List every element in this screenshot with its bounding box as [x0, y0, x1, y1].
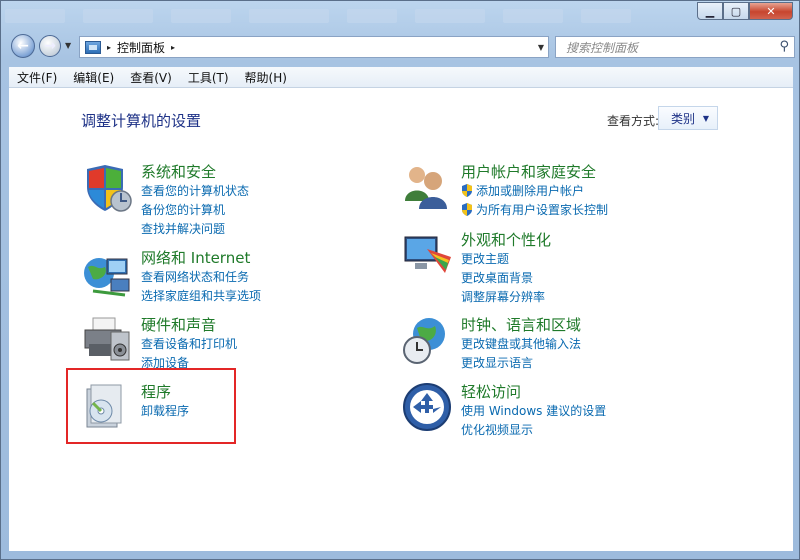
address-bar[interactable]: ▸ 控制面板 ▸ ▼	[79, 36, 549, 58]
chevron-down-icon: ▼	[702, 113, 709, 123]
link-find-fix-problems[interactable]: 查找并解决问题	[141, 220, 249, 239]
category-title[interactable]: 外观和个性化	[461, 229, 551, 250]
search-icon[interactable]: ⚲	[779, 39, 789, 54]
link-recommended-settings[interactable]: 使用 Windows 建议的设置	[461, 402, 606, 421]
view-by-label: 查看方式:	[607, 114, 660, 128]
category-title[interactable]: 轻松访问	[461, 381, 521, 402]
link-parental-controls[interactable]: 为所有用户设置家长控制	[461, 201, 608, 220]
uac-shield-icon	[462, 203, 472, 216]
breadcrumb-separator-icon[interactable]: ▸	[107, 43, 111, 52]
category-title[interactable]: 网络和 Internet	[141, 247, 250, 268]
address-dropdown-icon[interactable]: ▼	[538, 43, 544, 52]
maximize-icon: ▢	[730, 4, 742, 18]
network-globe-icon	[84, 258, 130, 297]
close-icon: ✕	[766, 4, 776, 18]
uac-shield-icon	[462, 184, 472, 197]
navigation-bar: ← → ▼ ▸ 控制面板 ▸ ▼ ⟲ 搜索控制面板 ⚲	[9, 34, 795, 60]
minimize-button[interactable]: ▁	[697, 2, 723, 20]
blurred-taskbar-tabs	[5, 5, 685, 27]
control-panel-content: 调整计算机的设置 查看方式: 类别 ▼ 系统和安全 查看您的计算机状态 备份您的…	[9, 88, 793, 551]
back-button[interactable]: ←	[11, 34, 35, 58]
recent-pages-dropdown[interactable]: ▼	[65, 41, 71, 50]
close-button[interactable]: ✕	[749, 2, 793, 20]
link-change-theme[interactable]: 更改主题	[461, 250, 545, 269]
ease-of-access-icon	[403, 383, 451, 431]
view-by-value: 类别	[671, 111, 696, 126]
forward-button[interactable]: →	[39, 35, 61, 57]
control-panel-icon	[85, 40, 101, 54]
breadcrumb-control-panel[interactable]: 控制面板	[117, 39, 165, 56]
category-title[interactable]: 系统和安全	[141, 161, 216, 182]
view-by-dropdown[interactable]: 类别 ▼	[658, 106, 718, 130]
explorer-window: ▁ ▢ ✕ ← → ▼ ▸ 控制面板 ▸ ▼ ⟲ 搜索控制面板 ⚲ 文件(F) …	[0, 0, 800, 560]
link-optimize-display[interactable]: 优化视频显示	[461, 421, 606, 440]
maximize-button[interactable]: ▢	[723, 2, 749, 20]
menu-help[interactable]: 帮助(H)	[237, 69, 295, 86]
window-controls: ▁ ▢ ✕	[697, 2, 793, 20]
link-change-display-language[interactable]: 更改显示语言	[461, 354, 581, 373]
minimize-icon: ▁	[705, 4, 715, 18]
link-network-status[interactable]: 查看网络状态和任务	[141, 268, 261, 287]
link-label: 添加或删除用户帐户	[476, 184, 585, 198]
category-title[interactable]: 硬件和声音	[141, 314, 216, 335]
printer-icon	[84, 317, 130, 361]
link-devices-printers[interactable]: 查看设备和打印机	[141, 335, 237, 354]
highlight-box	[66, 368, 236, 444]
search-input[interactable]: 搜索控制面板 ⚲	[555, 36, 795, 58]
back-arrow-icon: ←	[17, 38, 29, 54]
page-title: 调整计算机的设置	[81, 112, 202, 130]
menu-tools[interactable]: 工具(T)	[180, 69, 237, 86]
shield-icon	[87, 165, 132, 212]
forward-arrow-icon: →	[44, 38, 56, 54]
link-homegroup-sharing[interactable]: 选择家庭组和共享选项	[141, 287, 261, 306]
link-screen-resolution[interactable]: 调整屏幕分辨率	[461, 288, 545, 307]
search-placeholder: 搜索控制面板	[566, 40, 639, 55]
link-backup-computer[interactable]: 备份您的计算机	[141, 201, 249, 220]
link-view-computer-status[interactable]: 查看您的计算机状态	[141, 182, 249, 201]
menu-file[interactable]: 文件(F)	[9, 69, 65, 86]
menu-edit[interactable]: 编辑(E)	[65, 69, 122, 86]
menu-bar: 文件(F) 编辑(E) 查看(V) 工具(T) 帮助(H)	[9, 67, 793, 88]
users-icon	[405, 167, 447, 209]
link-change-background[interactable]: 更改桌面背景	[461, 269, 545, 288]
breadcrumb-separator-icon[interactable]: ▸	[171, 43, 175, 52]
category-title[interactable]: 用户帐户和家庭安全	[461, 161, 596, 182]
monitor-palette-icon	[404, 236, 451, 273]
category-title[interactable]: 时钟、语言和区域	[461, 314, 581, 335]
globe-clock-icon	[403, 318, 445, 364]
link-change-keyboard[interactable]: 更改键盘或其他输入法	[461, 335, 581, 354]
menu-view[interactable]: 查看(V)	[122, 69, 180, 86]
link-label: 为所有用户设置家长控制	[476, 203, 609, 217]
link-add-remove-accounts[interactable]: 添加或删除用户帐户	[461, 182, 608, 201]
